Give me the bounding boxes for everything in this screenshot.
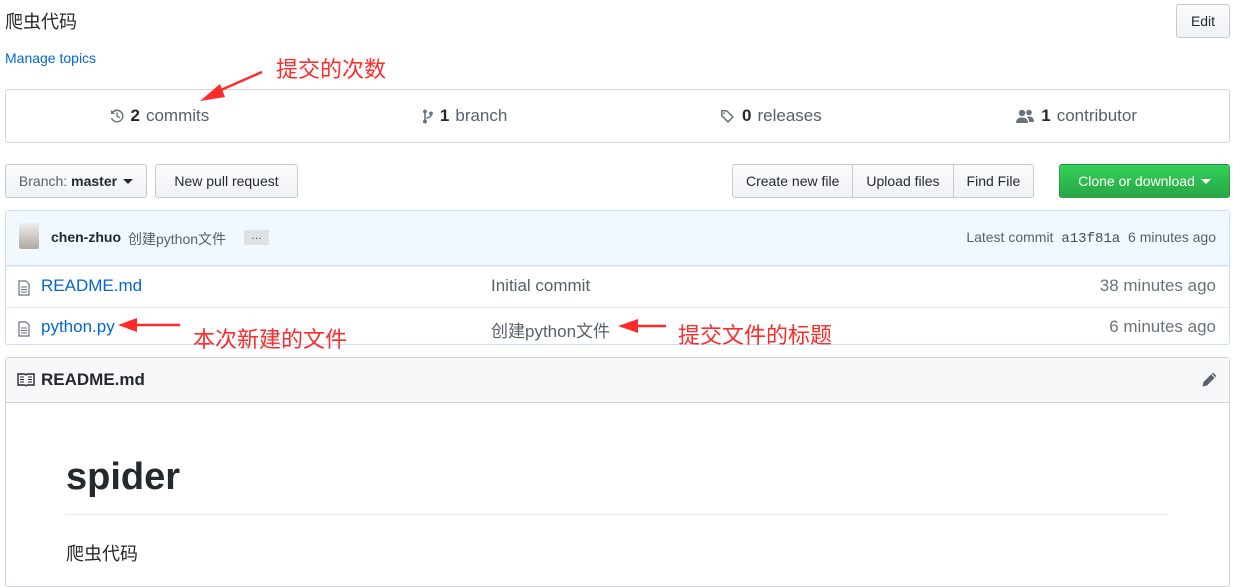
arrow-head-icon [618, 319, 638, 333]
annotation-arrows [118, 70, 666, 333]
arrow-head-icon [118, 318, 137, 332]
arrow-head-icon [200, 84, 225, 101]
